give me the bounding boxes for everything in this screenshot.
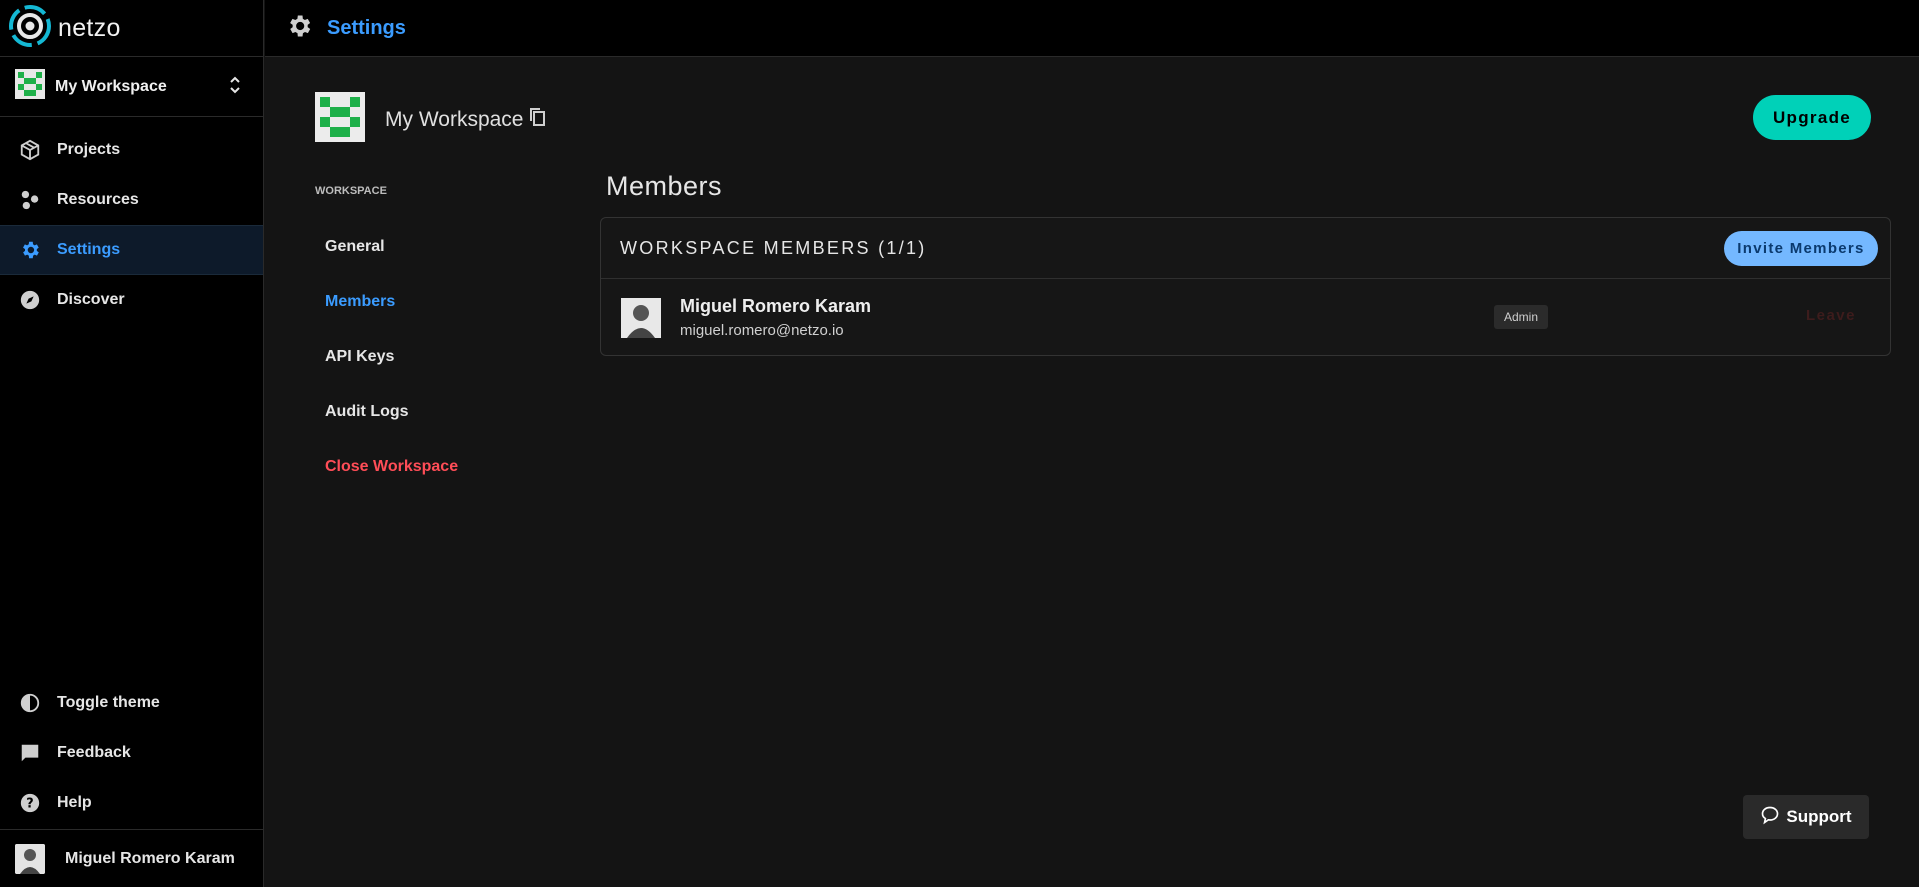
nav-item-label: Settings bbox=[57, 241, 121, 258]
nav-item-resources[interactable]: Resources bbox=[0, 175, 263, 225]
section-title: Members bbox=[606, 171, 723, 201]
logo[interactable]: netzo bbox=[0, 0, 263, 57]
nav-item-label: Projects bbox=[57, 141, 121, 158]
bottom-nav: Toggle theme Feedback ? Help bbox=[0, 678, 263, 828]
member-name: Miguel Romero Karam bbox=[680, 296, 872, 316]
invite-members-button[interactable]: Invite Members bbox=[1724, 231, 1878, 266]
support-button[interactable]: Support bbox=[1743, 795, 1869, 839]
avatar bbox=[15, 843, 45, 874]
nav-item-projects[interactable]: Projects bbox=[0, 125, 263, 175]
sidebar: netzo My Workspace Projects Resources Se… bbox=[0, 0, 264, 887]
svg-text:?: ? bbox=[26, 797, 33, 812]
support-label: Support bbox=[1786, 807, 1852, 826]
nav-item-feedback[interactable]: Feedback bbox=[0, 728, 263, 778]
member-email: miguel.romero@netzo.io bbox=[680, 322, 844, 339]
subnav-item-members[interactable]: Members bbox=[325, 274, 458, 329]
members-card: WORKSPACE MEMBERS (1/1) Invite Members M… bbox=[600, 217, 1891, 356]
contrast-icon bbox=[18, 691, 42, 715]
avatar bbox=[621, 297, 661, 338]
nav-item-discover[interactable]: Discover bbox=[0, 275, 263, 325]
subnav-item-api-keys[interactable]: API Keys bbox=[325, 329, 458, 384]
members-card-header: WORKSPACE MEMBERS (1/1) Invite Members bbox=[601, 218, 1890, 279]
resources-icon bbox=[18, 188, 42, 212]
workspace-avatar-icon bbox=[15, 69, 45, 104]
settings-subnav: General Members API Keys Audit Logs Clos… bbox=[325, 219, 458, 494]
compass-icon bbox=[18, 288, 42, 312]
help-icon: ? bbox=[18, 791, 42, 815]
subnav-item-general[interactable]: General bbox=[325, 219, 458, 274]
chat-bubble-icon bbox=[1760, 805, 1780, 830]
page-title: Settings bbox=[327, 16, 406, 39]
subnav-section-label: WORKSPACE bbox=[315, 185, 387, 197]
netzo-logo-icon bbox=[8, 4, 52, 53]
gear-icon bbox=[18, 238, 42, 262]
leave-button[interactable]: Leave bbox=[1806, 307, 1856, 324]
nav-item-label: Toggle theme bbox=[57, 694, 160, 711]
gear-icon bbox=[285, 12, 313, 45]
chevron-up-down-icon bbox=[229, 74, 241, 101]
nav-item-settings[interactable]: Settings bbox=[0, 225, 263, 275]
comment-icon bbox=[18, 741, 42, 765]
members-card-title: WORKSPACE MEMBERS (1/1) bbox=[620, 237, 927, 258]
nav-item-toggle-theme[interactable]: Toggle theme bbox=[0, 678, 263, 728]
subnav-item-audit-logs[interactable]: Audit Logs bbox=[325, 384, 458, 439]
nav-item-help[interactable]: ? Help bbox=[0, 778, 263, 828]
user-name: Miguel Romero Karam bbox=[65, 849, 235, 867]
nav-item-label: Help bbox=[57, 794, 92, 811]
nav-item-label: Discover bbox=[57, 291, 125, 308]
topbar: Settings bbox=[265, 0, 1919, 57]
subnav-item-close-workspace[interactable]: Close Workspace bbox=[325, 439, 458, 494]
role-badge: Admin bbox=[1494, 305, 1549, 329]
copy-icon[interactable] bbox=[529, 107, 547, 132]
cube-icon bbox=[18, 138, 42, 162]
brand-name: netzo bbox=[58, 13, 121, 42]
workspace-title: My Workspace bbox=[385, 107, 524, 131]
nav-item-label: Feedback bbox=[57, 744, 131, 761]
workspace-switcher[interactable]: My Workspace bbox=[0, 57, 263, 117]
nav-item-label: Resources bbox=[57, 191, 139, 208]
list-item: Miguel Romero Karam miguel.romero@netzo.… bbox=[601, 279, 1890, 356]
user-menu[interactable]: Miguel Romero Karam bbox=[0, 829, 263, 887]
main-nav: Projects Resources Settings Discover bbox=[0, 125, 263, 325]
workspace-header: My Workspace bbox=[315, 92, 547, 147]
workspace-name: My Workspace bbox=[55, 77, 167, 95]
upgrade-button[interactable]: Upgrade bbox=[1753, 95, 1871, 140]
member-info: Miguel Romero Karam miguel.romero@netzo.… bbox=[680, 296, 871, 339]
workspace-logo-icon bbox=[315, 92, 365, 147]
